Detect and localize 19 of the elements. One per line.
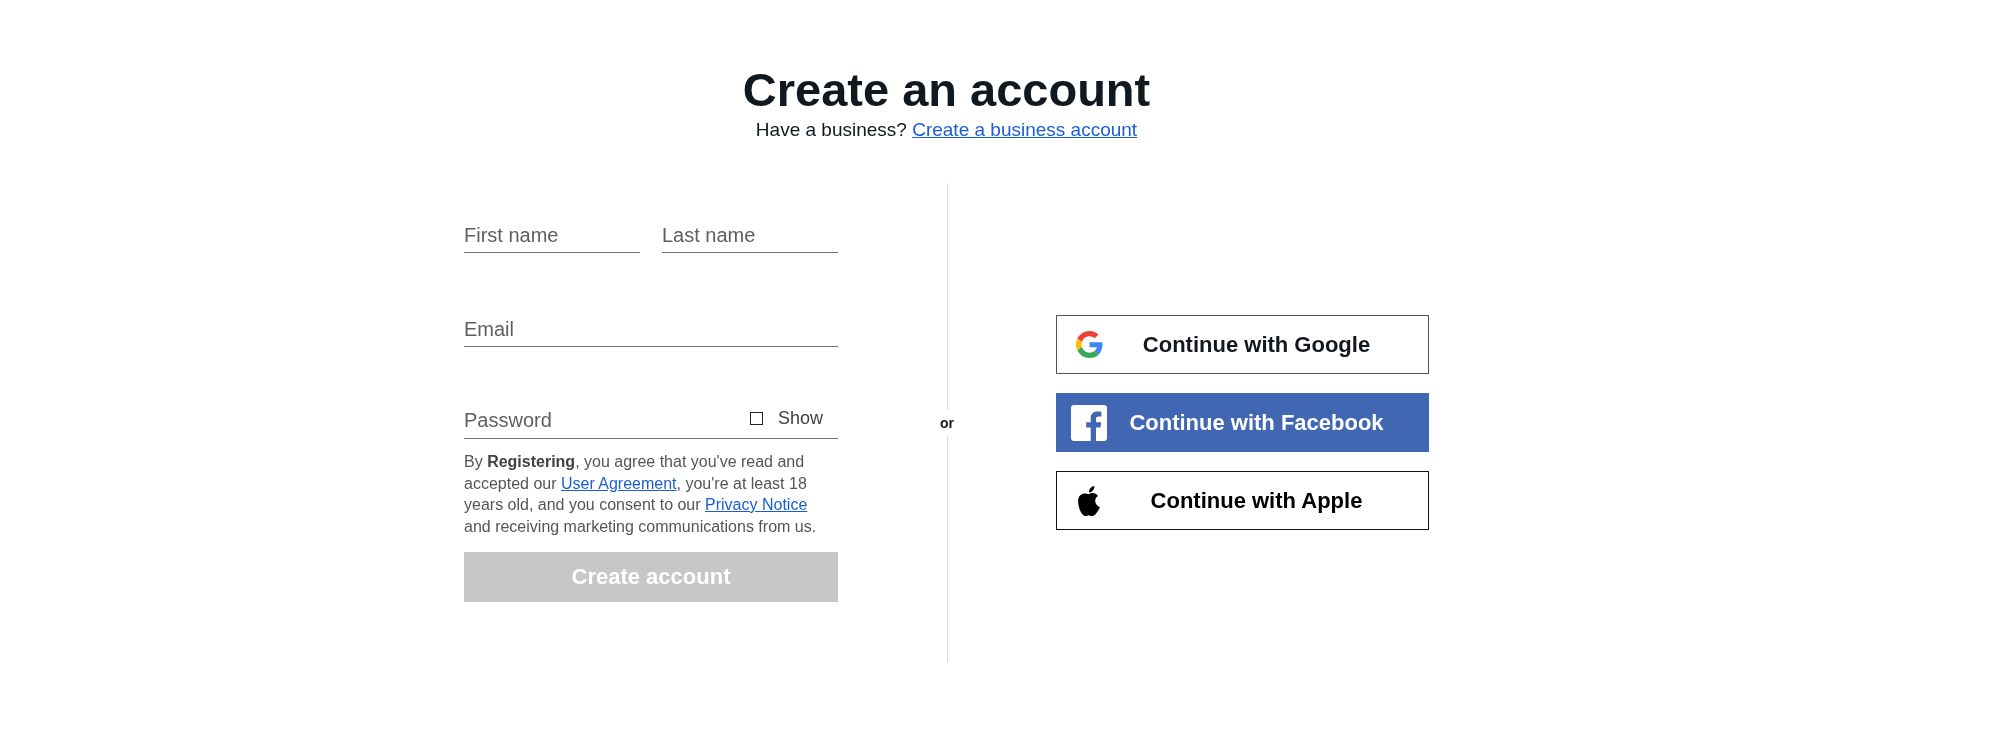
page-title: Create an account [742, 62, 1151, 118]
email-field[interactable]: Email [464, 297, 838, 347]
social-login-button[interactable]: Continue with Facebook [1056, 393, 1429, 452]
show-label[interactable]: Show [777, 408, 823, 429]
business-prompt: Have a business? [755, 119, 907, 140]
g-logo-icon [1075, 331, 1103, 358]
checkbox[interactable] [749, 412, 763, 425]
name-field[interactable]: First name [464, 203, 640, 253]
link[interactable]: User Agreement [560, 474, 677, 492]
name-field[interactable]: Last name [662, 203, 838, 253]
business-account-link[interactable]: Create a business account [912, 119, 1138, 140]
link[interactable]: Privacy Notice [705, 496, 808, 513]
legal-text: By Registering, you agree that you've read and accepted our User Agreement, you're at least 18 years old, and you consent to our Privacy Notice and receiving marketing communications from us. [464, 452, 818, 537]
password-field[interactable]: Password Show [464, 389, 838, 439]
or-label: or [940, 413, 954, 433]
f-logo-icon [1071, 404, 1107, 441]
social-login-button[interactable]: Continue with Google [1056, 315, 1429, 374]
social-login-button[interactable]: Continue with Apple [1056, 471, 1429, 530]
apple-icon [1078, 485, 1100, 516]
